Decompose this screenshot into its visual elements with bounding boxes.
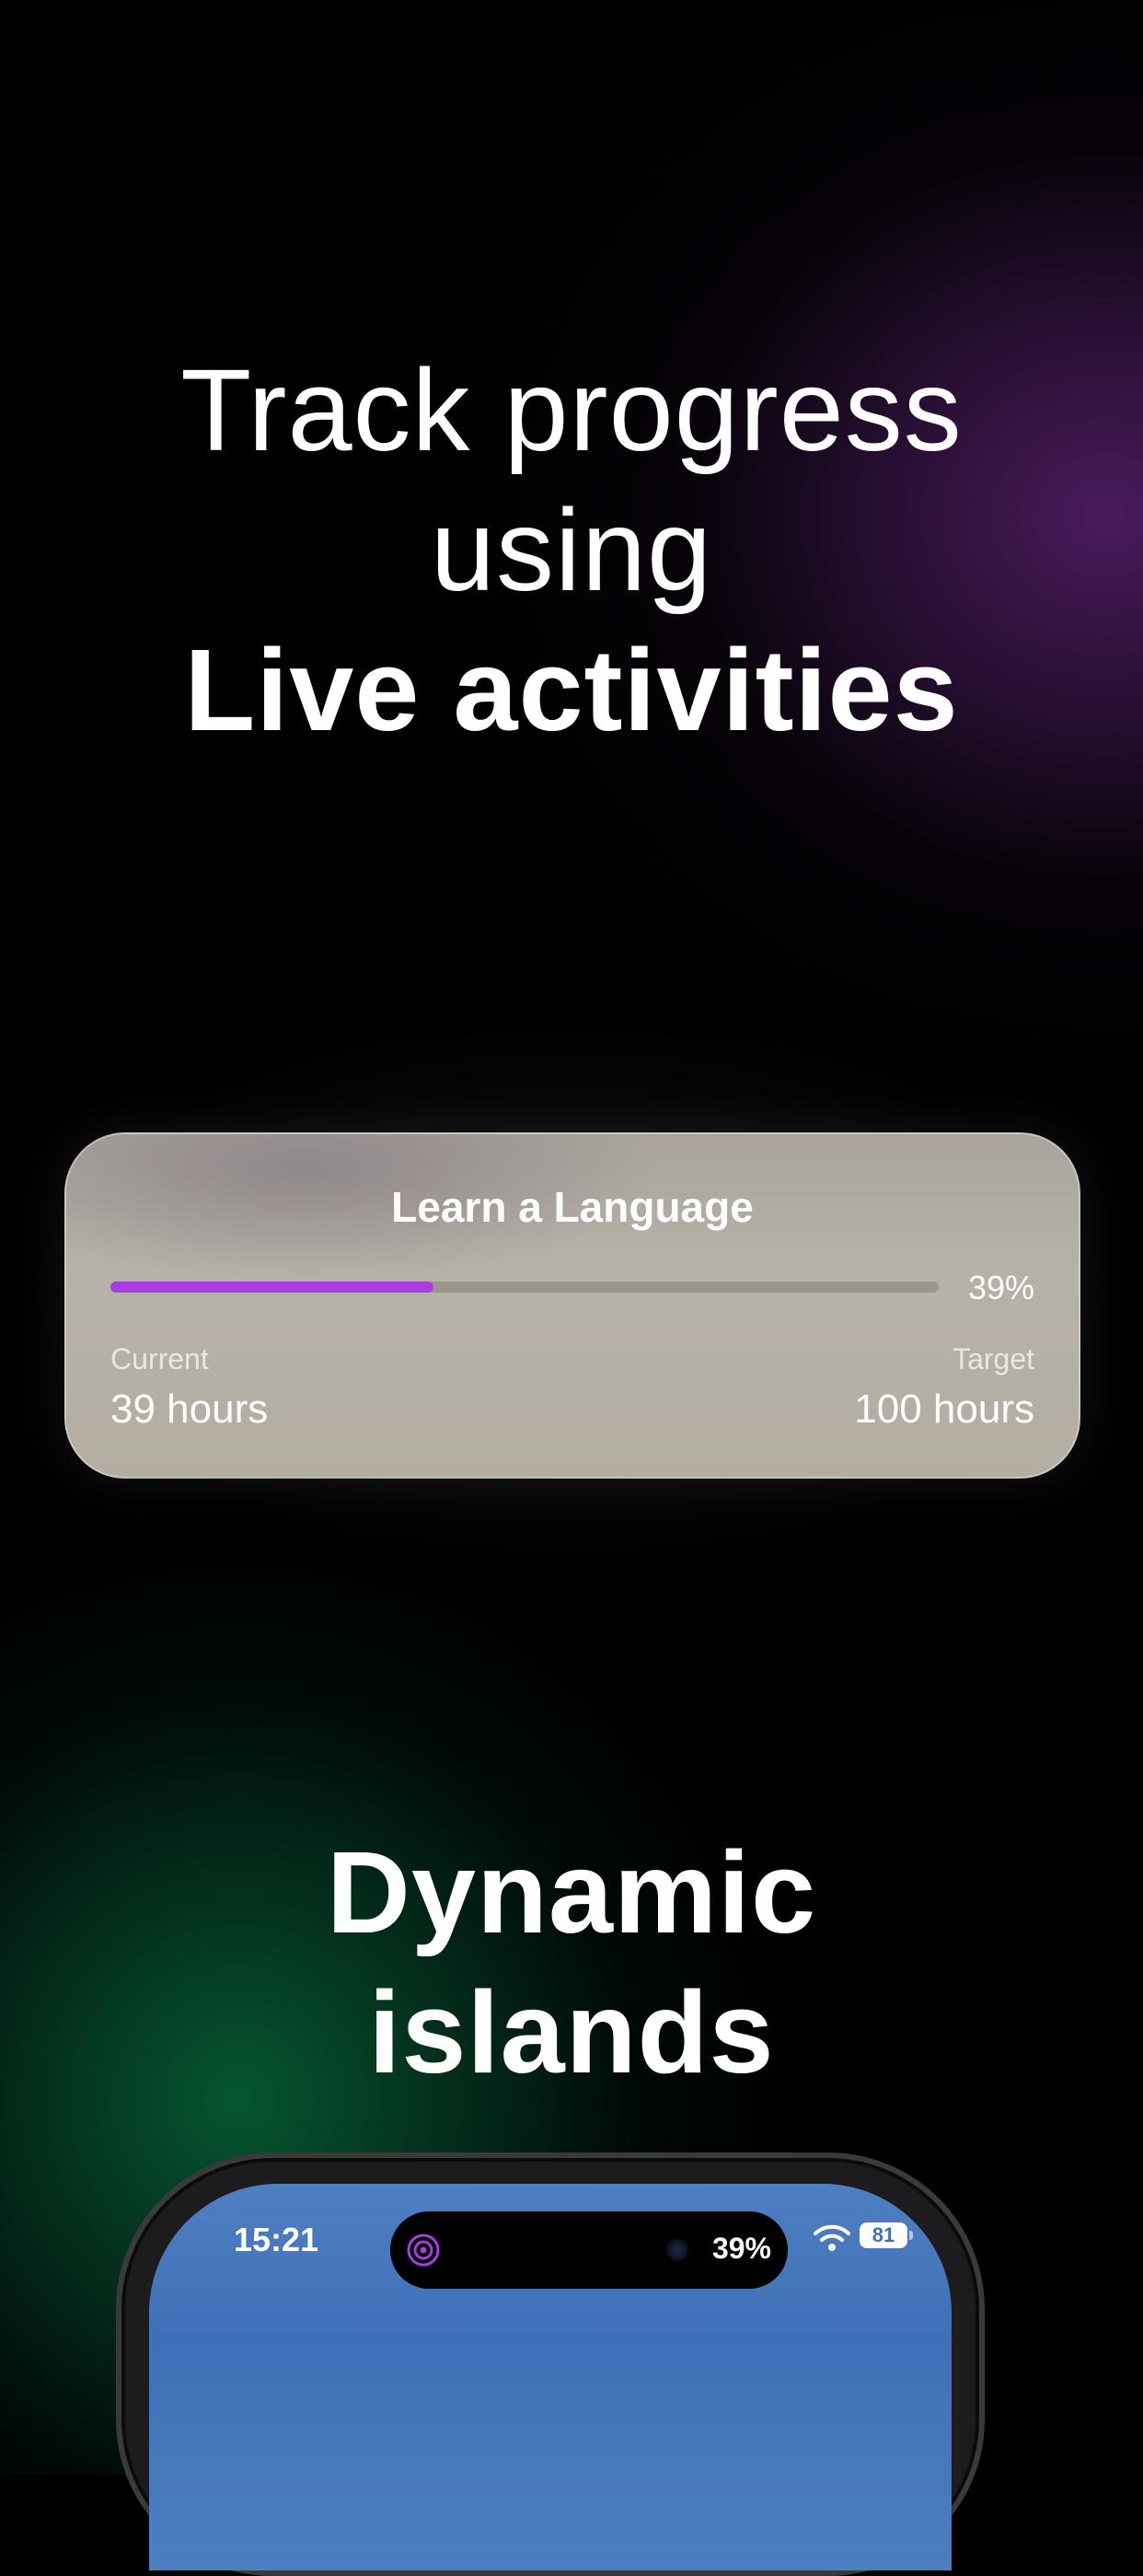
status-time: 15:21 — [234, 2221, 319, 2258]
battery-icon: 81 — [860, 2222, 907, 2248]
target-value: 100 hours — [854, 1387, 1034, 1432]
phone-screen: 15:21 39% 81 — [149, 2184, 952, 2570]
headline-line-2: islands — [368, 1967, 775, 2097]
headline-live-activities: Track progress using Live activities — [0, 341, 1143, 760]
target-label: Target — [952, 1342, 1034, 1375]
headline-line-3: Live activities — [184, 625, 959, 755]
activity-title: Learn a Language — [391, 1183, 754, 1231]
dynamic-island[interactable]: 39% — [390, 2211, 788, 2289]
progress-fill — [110, 1282, 433, 1293]
target-icon — [407, 2234, 440, 2267]
headline-line-1: Track progress — [180, 345, 963, 475]
current-value: 39 hours — [110, 1387, 269, 1432]
battery-tip — [909, 2231, 913, 2240]
current-label: Current — [110, 1342, 209, 1375]
phone-mockup: 15:21 39% 81 — [116, 2152, 985, 2576]
wifi-icon — [814, 2224, 850, 2251]
live-activity-card[interactable]: Learn a Language 39% Current Target 39 h… — [64, 1132, 1080, 1479]
progress-percent: 39% — [967, 1269, 1034, 1306]
camera-lens — [666, 2239, 688, 2261]
progress-track — [110, 1282, 939, 1293]
headline-line-2: using — [430, 485, 713, 615]
headline-line-1: Dynamic — [326, 1828, 817, 1957]
headline-dynamic-islands: Dynamic islands — [0, 1823, 1143, 2103]
island-progress: 39% — [711, 2232, 771, 2265]
